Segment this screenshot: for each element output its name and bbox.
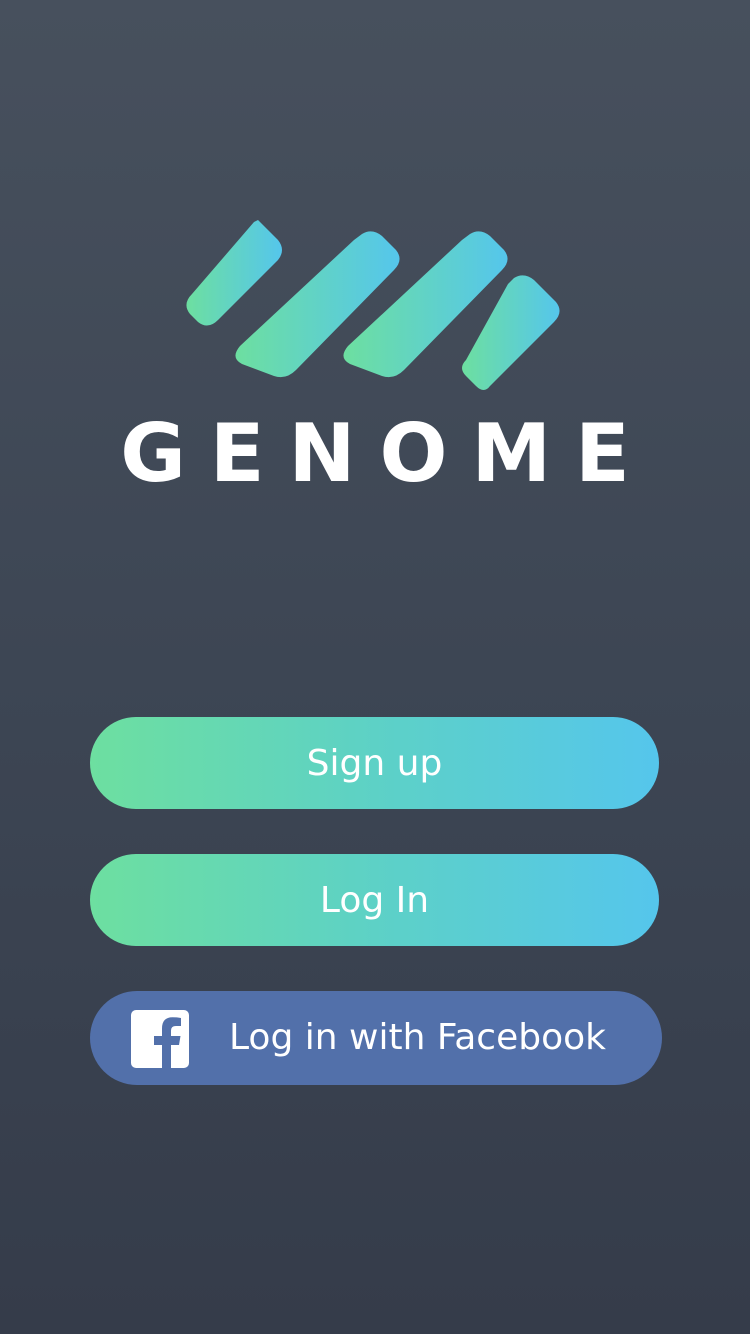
- brand-name: GENOME: [120, 407, 654, 500]
- signup-button-label: Sign up: [306, 742, 443, 784]
- genome-logo-icon: [186, 220, 560, 390]
- facebook-login-button[interactable]: Log in with Facebook: [90, 991, 662, 1085]
- facebook-icon: [131, 1010, 189, 1068]
- login-button-label: Log In: [319, 879, 430, 921]
- facebook-button-label: Log in with Facebook: [229, 1017, 606, 1058]
- signup-button[interactable]: Sign up: [90, 717, 659, 809]
- login-button[interactable]: Log In: [90, 854, 659, 946]
